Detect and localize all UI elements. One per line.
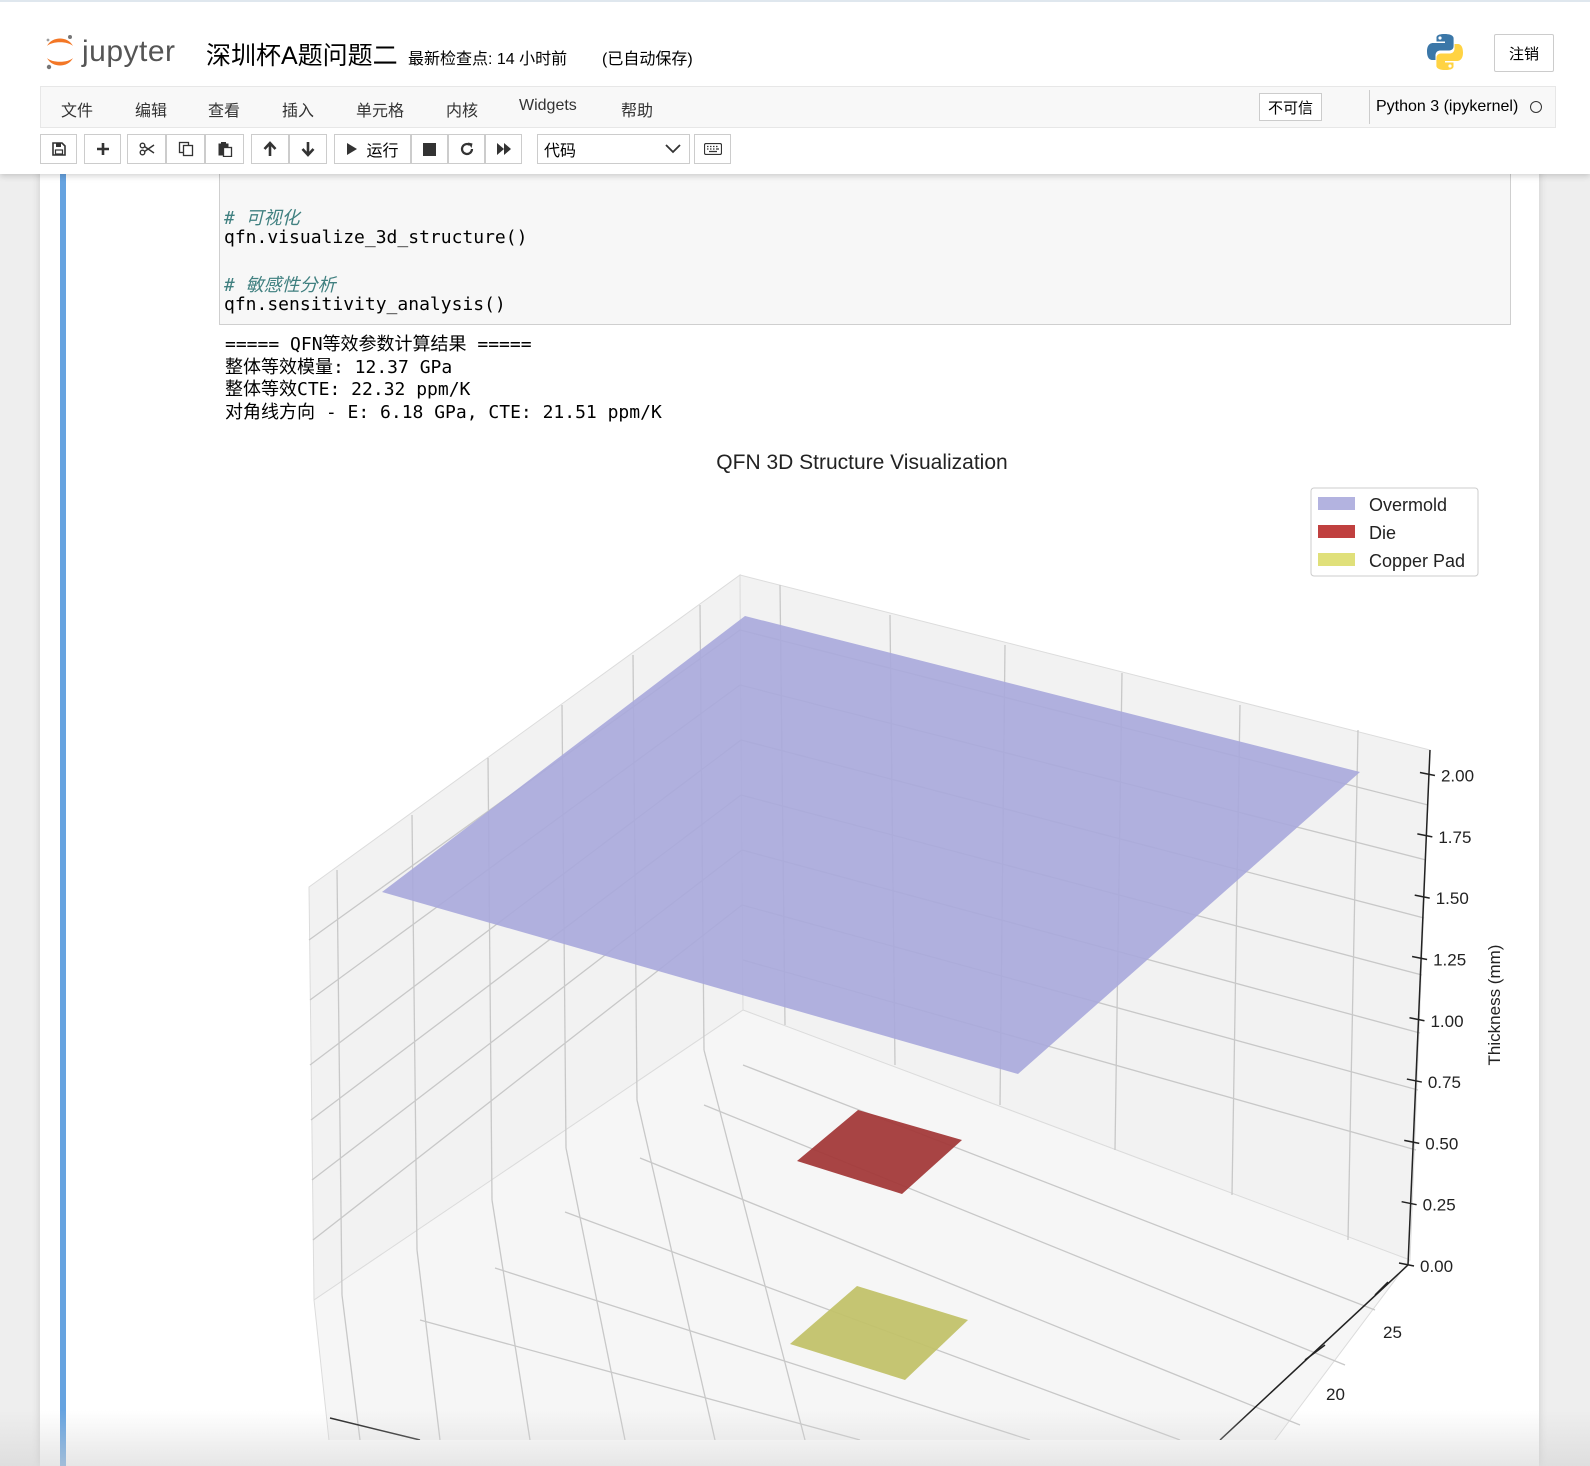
- keyboard-icon: [703, 143, 722, 155]
- notebook-header: jupyter 深圳杯A题问题二 最新检查点: 14 小时前 (已自动保存) 注…: [0, 0, 1590, 174]
- save-button[interactable]: [40, 134, 77, 164]
- paste-icon: [218, 142, 232, 157]
- chevron-down-icon: [665, 144, 681, 154]
- legend-label-copper-pad: Copper Pad: [1369, 551, 1465, 571]
- paste-button[interactable]: [205, 134, 244, 164]
- z-tick-label: 0.25: [1423, 1196, 1456, 1215]
- save-icon: [51, 142, 66, 156]
- z-tick-label: 1.00: [1430, 1012, 1463, 1031]
- autosave-status: (已自动保存): [602, 51, 693, 68]
- interrupt-button[interactable]: [411, 134, 448, 164]
- code-call: qfn.visualize_3d_structure(): [224, 227, 528, 248]
- stop-icon: [423, 142, 436, 156]
- notebook-title[interactable]: 深圳杯A题问题二: [206, 36, 398, 72]
- cell-type-value: 代码: [544, 143, 577, 160]
- play-icon: [347, 143, 358, 155]
- qfn-3d-chart: QFN 3D Structure Visualization 0.000.250…: [308, 451, 1504, 1440]
- restart-icon: [460, 142, 473, 156]
- z-tick-label: 0.00: [1420, 1257, 1453, 1276]
- restart-run-all-button[interactable]: [485, 134, 522, 164]
- menu-insert[interactable]: 插入: [282, 97, 314, 121]
- y-tick-label-25: 25: [1383, 1323, 1402, 1342]
- output-line: 整体等效模量: 12.37 GPa: [225, 356, 453, 378]
- cell-selection-bar: [60, 120, 66, 1466]
- cut-button[interactable]: [127, 134, 166, 164]
- plus-icon: [96, 143, 109, 155]
- z-tick-label: 0.75: [1428, 1073, 1461, 1092]
- z-tick-label: 2.00: [1441, 767, 1474, 786]
- kernel-idle-icon: [1530, 101, 1543, 113]
- menu-cell[interactable]: 单元格: [356, 97, 404, 121]
- jupyter-logo[interactable]: jupyter: [44, 32, 176, 72]
- insert-cell-button[interactable]: [84, 134, 121, 164]
- copy-icon: [178, 141, 193, 157]
- menu-kernel[interactable]: 内核: [446, 97, 478, 121]
- fast-forward-icon: [496, 143, 511, 155]
- trust-indicator[interactable]: 不可信: [1259, 93, 1323, 121]
- output-line: ===== QFN等效参数计算结果 =====: [225, 334, 532, 355]
- menu-bar: 文件 编辑 查看 插入 单元格 内核 Widgets 帮助 不可信 Python…: [40, 86, 1556, 128]
- code-comment: # 可视化: [224, 208, 300, 229]
- menu-help[interactable]: 帮助: [621, 97, 653, 121]
- menu-view[interactable]: 查看: [208, 97, 240, 121]
- run-label: 运行: [366, 143, 399, 160]
- cell-output: ===== QFN等效参数计算结果 ===== 整体等效模量: 12.37 GPa…: [225, 334, 662, 424]
- checkpoint-status: 最新检查点: 14 小时前: [408, 51, 568, 68]
- z-tick-label: 1.75: [1438, 828, 1471, 847]
- menu-edit[interactable]: 编辑: [135, 97, 167, 121]
- z-tick-label: 0.50: [1425, 1134, 1458, 1153]
- z-tick-label: 1.25: [1433, 950, 1466, 969]
- python-logo-icon: [1427, 34, 1463, 70]
- cell-type-select[interactable]: 代码: [537, 134, 690, 164]
- logout-button[interactable]: 注销: [1494, 34, 1554, 72]
- chart-title: QFN 3D Structure Visualization: [716, 451, 1007, 474]
- code-comment: # 敏感性分析: [224, 275, 336, 296]
- command-palette-button[interactable]: [694, 134, 731, 164]
- menu-file[interactable]: 文件: [61, 97, 93, 121]
- legend: Overmold Die Copper Pad: [1310, 487, 1479, 577]
- legend-swatch-overmold: [1318, 497, 1355, 510]
- move-down-button[interactable]: [289, 134, 327, 164]
- kernel-status[interactable]: Python 3 (ipykernel): [1369, 90, 1543, 124]
- legend-label-overmold: Overmold: [1369, 495, 1447, 515]
- y-tick-label-20: 20: [1326, 1385, 1345, 1404]
- app-name: jupyter: [82, 35, 176, 68]
- legend-label-die: Die: [1369, 523, 1396, 543]
- legend-swatch-die: [1318, 525, 1355, 538]
- code-line-visualize: qfn.visualize_3d_structure(): [224, 227, 527, 248]
- code-call: qfn.sensitivity_analysis(): [224, 294, 506, 315]
- scissors-icon: [139, 142, 154, 156]
- move-up-button[interactable]: [251, 134, 289, 164]
- code-line-sensitivity: qfn.sensitivity_analysis(): [224, 294, 506, 315]
- copy-button[interactable]: [166, 134, 205, 164]
- restart-button[interactable]: [448, 134, 485, 164]
- output-line: 对角线方向 - E: 6.18 GPa, CTE: 21.51 ppm/K: [225, 401, 662, 423]
- arrow-down-icon: [301, 142, 315, 157]
- z-tick-label: 1.50: [1436, 889, 1469, 908]
- output-line: 整体等效CTE: 22.32 ppm/K: [225, 379, 471, 400]
- legend-swatch-copper-pad: [1318, 553, 1355, 566]
- kernel-name: Python 3 (ipykernel): [1376, 98, 1519, 115]
- jupyter-logo-icon: [46, 35, 73, 70]
- z-axis-label: Thickness (mm): [1485, 945, 1504, 1066]
- arrow-up-icon: [263, 141, 277, 156]
- menu-widgets[interactable]: Widgets: [519, 97, 577, 115]
- run-button[interactable]: 运行: [334, 134, 411, 164]
